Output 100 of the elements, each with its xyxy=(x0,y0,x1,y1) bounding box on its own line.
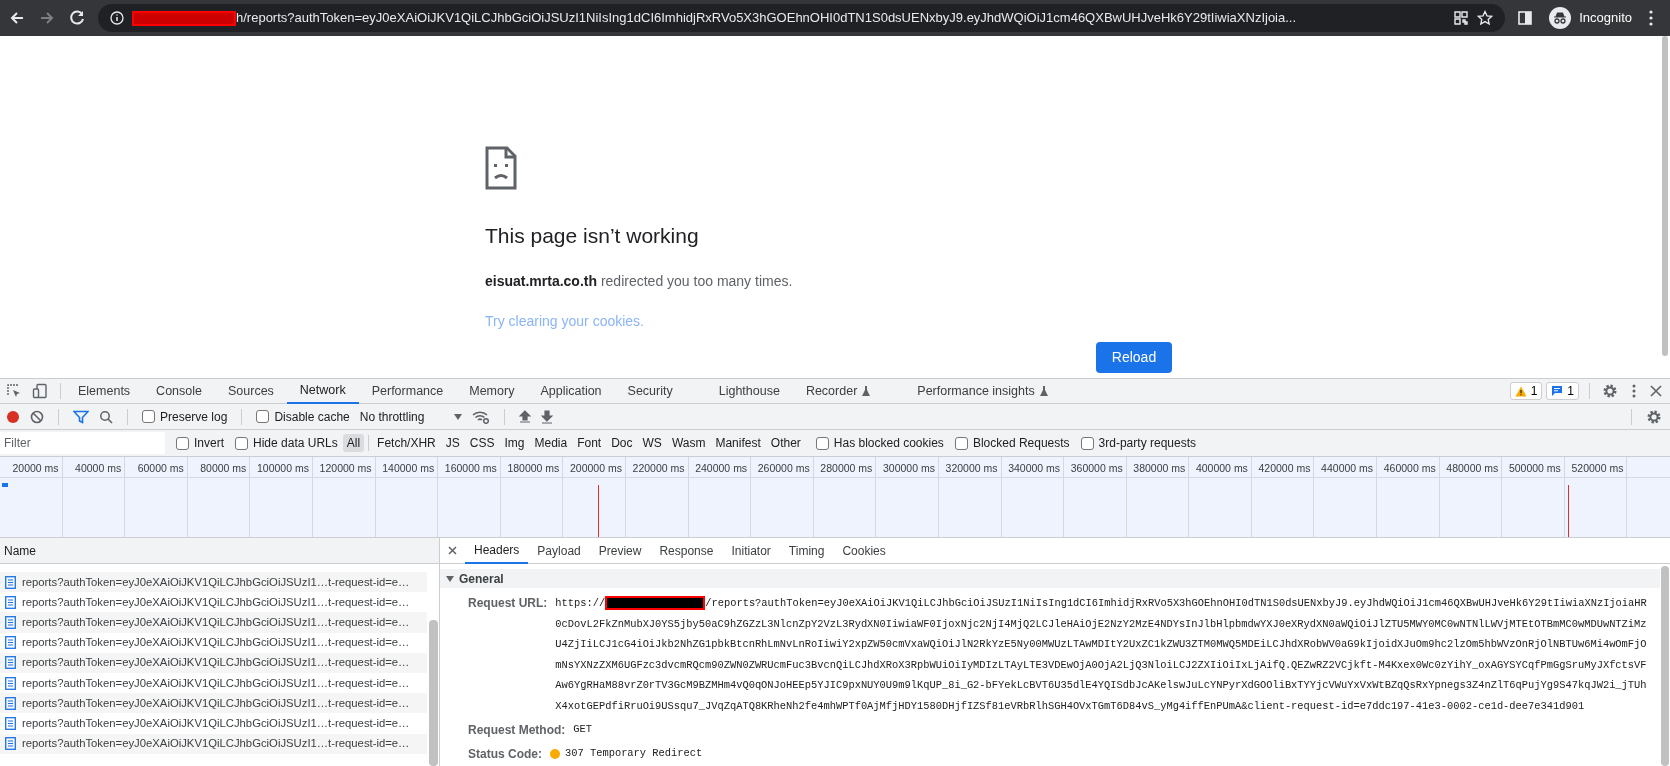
section-header[interactable]: General xyxy=(440,569,1660,588)
request-name[interactable]: reports?authToken=eyJ0eXAiOiJKV1QiLCJhbGciOiJSUzI1…t-request-id=e… xyxy=(22,714,410,732)
timeline-tick-label: 460000 ms xyxy=(1383,461,1437,476)
reload-button[interactable]: Reload xyxy=(1096,341,1172,373)
filter-input[interactable]: Filter xyxy=(0,432,165,454)
throttling-dropdown[interactable]: No throttling xyxy=(359,407,463,426)
resource-type-filter[interactable]: CSS xyxy=(465,434,499,452)
panel-tab[interactable]: Console xyxy=(143,378,215,404)
sad-page-icon xyxy=(485,146,517,190)
timeline-tick-label: 520000 ms xyxy=(1571,461,1625,476)
star-icon[interactable] xyxy=(1477,10,1494,26)
resource-type-filter[interactable]: Wasm xyxy=(667,434,710,452)
request-name[interactable]: reports?authToken=eyJ0eXAiOiJKV1QiLCJhbGciOiJSUzI1…t-request-id=e… xyxy=(22,634,410,652)
search-icon[interactable] xyxy=(99,409,113,424)
filter-icon[interactable] xyxy=(73,409,89,424)
timeline-tick-label: 420000 ms xyxy=(1258,461,1312,476)
scrollbar-thumb[interactable] xyxy=(429,620,438,766)
checkbox-label: 3rd-party requests xyxy=(1098,435,1196,452)
timeline-event-line xyxy=(598,485,599,537)
network-conditions-icon[interactable] xyxy=(472,409,491,424)
messages-counter[interactable]: 1 xyxy=(1546,382,1579,400)
more-icon[interactable] xyxy=(1648,9,1654,27)
resource-type-filter[interactable]: All xyxy=(342,434,365,452)
timeline-tick-label: 160000 ms xyxy=(444,461,498,476)
timeline-tick-label: 100000 ms xyxy=(257,461,310,476)
checkbox-label: Hide data URLs xyxy=(253,435,338,452)
details-tab[interactable]: Timing xyxy=(779,537,834,564)
caret-icon xyxy=(454,413,463,420)
timeline-tick-label: 380000 ms xyxy=(1133,461,1187,476)
field-label: Request URL: xyxy=(468,595,548,612)
scrollbar-thumb[interactable] xyxy=(1661,566,1669,766)
details-tab[interactable]: Cookies xyxy=(833,537,895,564)
checkbox-label: Invert xyxy=(194,435,224,452)
panel-tab[interactable]: Sources xyxy=(215,378,287,404)
device-toolbar-icon[interactable] xyxy=(32,383,48,399)
more-options-icon[interactable] xyxy=(1632,383,1636,399)
document-icon xyxy=(5,615,16,629)
panel-tab[interactable]: Performance xyxy=(358,378,457,404)
profile-button[interactable]: Incognito xyxy=(1545,5,1636,31)
details-tab[interactable]: Response xyxy=(650,537,723,564)
details-tab[interactable]: Headers xyxy=(465,537,529,564)
clear-icon[interactable] xyxy=(30,409,44,424)
download-icon[interactable] xyxy=(541,409,554,424)
close-icon[interactable] xyxy=(1650,385,1662,397)
panel-tab[interactable]: Performance insights xyxy=(904,378,1062,404)
resource-type-filter[interactable]: Font xyxy=(573,434,606,452)
filter-option-checkbox[interactable] xyxy=(815,436,829,450)
request-method-value: GET xyxy=(573,722,593,738)
url-text[interactable]: h/reports?authToken=eyJ0eXAiOiJKV1QiLCJhbGciOiJSUzI1NiIsIng1dCI6ImhidjRxRVo5X3hGOEhnOHI0dTN1S0dsUENxbyJ9.eyJhdWQiOiJ1cm46QXBwUHJveHk6Y29tIiwiaXNzIjoia... xyxy=(236,8,1446,28)
qr-code-icon[interactable] xyxy=(1453,10,1470,26)
scrollbar-thumb[interactable] xyxy=(1662,36,1668,356)
panel-tab[interactable]: Lighthouse xyxy=(705,378,793,404)
upload-icon[interactable] xyxy=(519,409,532,424)
timeline-tick-label: 440000 ms xyxy=(1321,461,1375,476)
details-tab[interactable]: Initiator xyxy=(722,537,780,564)
filter-option-checkbox[interactable] xyxy=(235,436,248,450)
timeline-tick-label: 60000 ms xyxy=(137,461,185,476)
timeline-tick-label: 480000 ms xyxy=(1446,461,1500,476)
panel-tab[interactable]: Security xyxy=(614,378,686,404)
resource-type-filter[interactable]: Other xyxy=(766,434,805,452)
record-button-icon[interactable] xyxy=(6,409,20,424)
info-icon[interactable] xyxy=(110,11,124,25)
request-name[interactable]: reports?authToken=eyJ0eXAiOiJKV1QiLCJhbGciOiJSUzI1…t-request-id=e… xyxy=(22,593,410,611)
reload-icon[interactable] xyxy=(68,9,86,27)
resource-type-filter[interactable]: Doc xyxy=(607,434,637,452)
disable-cache-checkbox[interactable] xyxy=(256,410,270,423)
network-settings-icon[interactable] xyxy=(1646,408,1662,425)
timeline-request-bar xyxy=(2,483,8,487)
field-label: Status Code: xyxy=(468,746,542,763)
panel-tab[interactable]: Memory xyxy=(456,378,528,404)
document-icon xyxy=(5,575,16,589)
panel-tab[interactable]: Application xyxy=(527,378,615,404)
settings-icon[interactable] xyxy=(1602,383,1618,399)
error-message: eisuat.mrta.co.th redirected you too many times. xyxy=(485,271,794,291)
error-title: This page isn’t working xyxy=(485,223,700,249)
preserve-log-checkbox[interactable] xyxy=(142,410,155,423)
resource-type-filter[interactable]: Manifest xyxy=(711,434,765,452)
request-name[interactable]: reports?authToken=eyJ0eXAiOiJKV1QiLCJhbGciOiJSUzI1…t-request-id=e… xyxy=(22,674,410,692)
panel-tab[interactable]: Elements xyxy=(65,378,144,404)
warnings-counter[interactable]: 1 xyxy=(1509,382,1543,400)
filter-option-checkbox[interactable] xyxy=(176,436,189,450)
resource-type-filter[interactable]: Fetch/XHR xyxy=(373,434,440,452)
details-tab[interactable]: Preview xyxy=(589,537,651,564)
filter-option-checkbox[interactable] xyxy=(1080,436,1094,450)
resource-type-filter[interactable]: WS xyxy=(638,434,666,452)
panel-tab[interactable]: Recorder xyxy=(792,378,885,404)
filter-option-checkbox[interactable] xyxy=(954,436,968,450)
inspect-icon[interactable] xyxy=(6,383,22,399)
resource-type-filter[interactable]: Img xyxy=(500,434,529,452)
address-bar[interactable]: h/reports?authToken=eyJ0eXAiOiJKV1QiLCJhbGciOiJSUzI1NiIsIng1dCI6ImhidjRxRVo5X3hGOEhnOHI0dTN1S0dsUENxbyJ9.eyJhdWQiOiJ1cm46QXBwUHJveHk6Y29tIiwiaXNzIjoia... xyxy=(98,4,1506,32)
resource-type-filter[interactable]: JS xyxy=(441,434,464,452)
close-icon[interactable] xyxy=(448,546,457,555)
flask-icon xyxy=(861,385,872,397)
resource-type-filter[interactable]: Media xyxy=(530,434,572,452)
column-header[interactable]: Name xyxy=(0,538,439,564)
timeline-tick-label: 200000 ms xyxy=(570,461,623,476)
side-panel-icon[interactable] xyxy=(1517,10,1534,26)
timeline-tick-label: 120000 ms xyxy=(319,461,373,476)
details-tab[interactable]: Payload xyxy=(528,537,590,564)
checkbox-label: Has blocked cookies xyxy=(833,435,944,452)
